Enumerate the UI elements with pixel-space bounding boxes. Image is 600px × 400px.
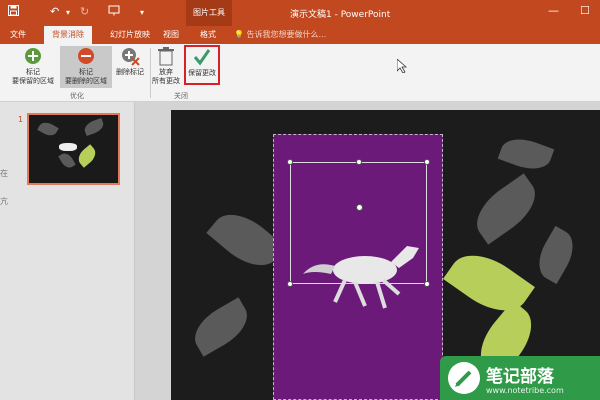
- customize-qat-icon[interactable]: ▾: [140, 8, 144, 17]
- picture-tools-label: 图片工具: [186, 0, 232, 26]
- thumb-leaf: [58, 150, 76, 171]
- resize-handle[interactable]: [287, 281, 293, 287]
- plus-circle-icon: [25, 48, 41, 64]
- thumb-green-leaf: [74, 144, 100, 168]
- slide-number: 1: [18, 115, 24, 124]
- mark-remove-button[interactable]: 标记 要删除的区域: [60, 46, 112, 88]
- trash-icon: [158, 47, 174, 66]
- horse-image: [303, 246, 419, 309]
- thumb-leaf: [82, 117, 106, 137]
- background-leaf: [466, 173, 546, 245]
- redo-icon[interactable]: ↻: [80, 5, 89, 18]
- checkmark-icon: [193, 49, 211, 66]
- mark-keep-button[interactable]: 标记 要保留的区域: [8, 46, 58, 86]
- delete-mark-label: 删除标记: [116, 68, 144, 76]
- resize-handle[interactable]: [424, 159, 430, 165]
- keep-changes-label: 保留更改: [188, 69, 216, 77]
- delete-mark-icon: [122, 48, 140, 66]
- rotation-center-handle[interactable]: [356, 204, 363, 211]
- mark-remove-label-2: 要删除的区域: [65, 77, 107, 85]
- undo-dropdown-icon[interactable]: ▾: [66, 8, 70, 17]
- slide-thumbnail[interactable]: [27, 113, 120, 185]
- tab-background-removal[interactable]: 背景消除: [44, 26, 92, 44]
- resize-handle[interactable]: [356, 159, 362, 165]
- tab-view[interactable]: 视图: [163, 29, 179, 40]
- discard-label-1: 放弃: [159, 68, 173, 76]
- undo-icon[interactable]: ↶: [50, 5, 59, 18]
- window-title: 演示文稿1 - PowerPoint: [290, 10, 391, 20]
- minimize-button[interactable]: —: [548, 4, 559, 17]
- mouse-cursor-icon: [396, 58, 408, 77]
- tell-me-search[interactable]: 💡 告诉我您想要做什么...: [234, 29, 326, 40]
- pen-icon: [448, 362, 480, 394]
- present-icon[interactable]: [108, 5, 120, 19]
- delete-mark-button[interactable]: 删除标记: [112, 46, 148, 77]
- tab-file[interactable]: 文件: [10, 29, 26, 40]
- discard-label-2: 所有更改: [152, 77, 180, 85]
- mark-remove-label-1: 标记: [79, 68, 93, 76]
- background-leaf: [186, 297, 256, 357]
- edge-char-2: 亢: [0, 197, 8, 206]
- group-close-label: 关闭: [174, 92, 188, 100]
- resize-handle[interactable]: [287, 159, 293, 165]
- minus-circle-icon: [78, 48, 94, 64]
- thumb-leaf: [37, 119, 59, 139]
- lightbulb-icon: 💡: [234, 30, 244, 39]
- save-icon[interactable]: [8, 5, 19, 19]
- tab-format[interactable]: 格式: [200, 29, 216, 40]
- watermark-url: www.notetribe.com: [486, 386, 564, 395]
- ribbon-separator: [150, 48, 151, 98]
- search-placeholder: 告诉我您想要做什么...: [246, 30, 327, 39]
- edge-char-1: 在: [0, 169, 8, 178]
- title-bar: ↶ ▾ ↻ ▾ 图片工具 演示文稿1 - PowerPoint — ☐: [0, 0, 600, 26]
- watermark-text: 笔记部落: [486, 367, 554, 387]
- background-leaf: [497, 132, 555, 176]
- mark-keep-label-2: 要保留的区域: [12, 77, 54, 85]
- thumb-horse: [59, 143, 77, 151]
- tab-slideshow[interactable]: 幻灯片放映: [110, 29, 150, 40]
- ribbon-tabs: 文件 背景消除 幻灯片放映 视图 格式 💡 告诉我您想要做什么...: [0, 26, 600, 44]
- keep-changes-button[interactable]: 保留更改: [184, 45, 220, 85]
- discard-changes-button[interactable]: 放弃 所有更改: [148, 46, 184, 86]
- group-refine-label: 优化: [70, 92, 84, 100]
- ribbon: 标记 要保留的区域 标记 要删除的区域 删除标记 放弃 所有更改 保留更改 优化…: [0, 44, 600, 102]
- background-leaf: [530, 225, 582, 285]
- restore-button[interactable]: ☐: [580, 4, 590, 17]
- mark-keep-label-1: 标记: [26, 68, 40, 76]
- watermark-logo: 笔记部落 www.notetribe.com: [440, 356, 600, 400]
